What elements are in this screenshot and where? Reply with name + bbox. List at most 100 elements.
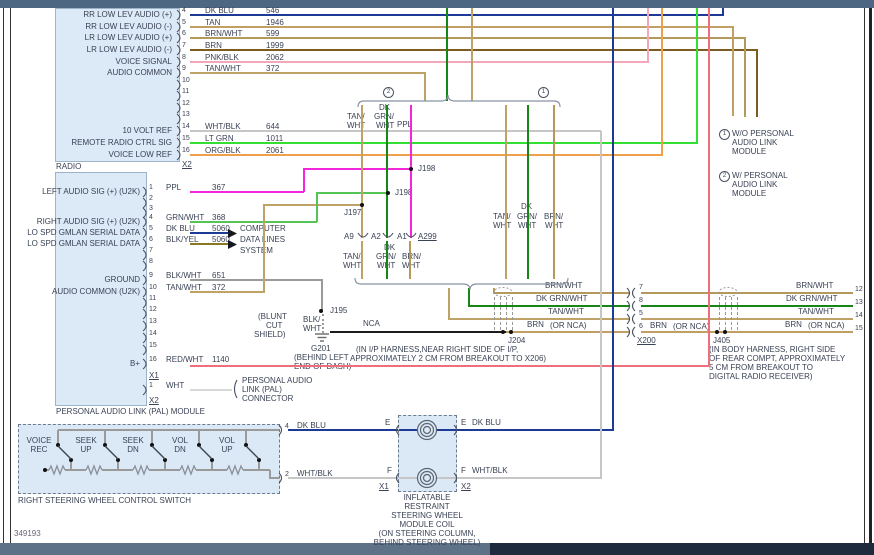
- radio-signal: 10 VOLT REF: [30, 126, 172, 135]
- junction-dot-j198: [409, 167, 413, 171]
- wire-color: DK BLU: [472, 418, 501, 427]
- wire: [190, 279, 323, 281]
- shield-wire: [500, 297, 501, 330]
- junction-dot-j405: [715, 330, 719, 334]
- wire-color: WHT: [166, 381, 184, 390]
- ground-wire-color: BLK/: [303, 315, 320, 324]
- wire: [361, 241, 363, 279]
- switch-contact: [210, 458, 214, 462]
- coil-caption: BEHIND STEERING WHEEL): [352, 538, 502, 547]
- wire: [448, 288, 450, 320]
- wire: [190, 389, 232, 391]
- pal-connector-callout: PERSONAL AUDIO: [242, 376, 312, 385]
- option-note: W/O PERSONAL: [732, 129, 794, 138]
- wire: [409, 241, 411, 279]
- radio-signal: LR LOW LEV AUDIO (-): [30, 45, 172, 54]
- title-bar: [0, 0, 874, 8]
- pal-signal: RIGHT AUDIO SIG (+) (U2K): [20, 217, 140, 226]
- edge-pin: 14: [855, 311, 863, 320]
- harness-note: (IN I/P HARNESS,NEAR RIGHT SIDE OF I/P,: [356, 345, 518, 354]
- wire: [641, 318, 853, 320]
- wire: [65, 469, 86, 471]
- radio-pin: 16: [182, 146, 190, 155]
- radio-signal: RR LOW LEV AUDIO (+): [30, 10, 172, 19]
- switch-contact: [197, 443, 201, 447]
- pal-pin: 3: [149, 204, 153, 213]
- connector-pin: A1: [397, 232, 407, 241]
- junction-j197: J197: [344, 208, 361, 217]
- harness-note: DIGITAL RADIO RECEIVER): [709, 372, 813, 381]
- radio-block-label: RADIO: [56, 162, 81, 171]
- radio-signal: LR LOW LEV AUDIO (+): [30, 33, 172, 42]
- wire: [321, 279, 323, 312]
- switch-label: SEEK: [69, 436, 103, 445]
- connector-pin: A2: [371, 232, 381, 241]
- wire-alt: (OR NCA): [550, 321, 586, 330]
- wire: [190, 232, 228, 234]
- switch-contact: [257, 458, 261, 462]
- shield-wire: [512, 297, 513, 330]
- ground-location: (BEHIND LEFT: [294, 353, 349, 362]
- wire: [263, 204, 265, 292]
- sir-coil-block: [398, 415, 457, 492]
- wire-color: GRN/: [374, 112, 394, 121]
- x200-pin: 6: [639, 322, 643, 331]
- wire: [190, 154, 662, 156]
- junction-j198: J198: [418, 164, 435, 173]
- wire-color: DK: [379, 103, 390, 112]
- wire: [641, 331, 853, 333]
- radio-signal: VOICE LOW REF: [30, 150, 172, 159]
- wire: [468, 288, 470, 307]
- coil-caption: (ON STEERING COLUMN,: [352, 529, 502, 538]
- pal-signal: LO SPD GMLAN SERIAL DATA: [20, 228, 140, 237]
- figure-number: 349193: [14, 529, 41, 538]
- wire-color: DK GRN/WHT: [786, 294, 838, 303]
- pal-signal: GROUND: [20, 275, 140, 284]
- wire: [600, 131, 602, 479]
- junction-dot-j204: [501, 330, 505, 334]
- wire-color: TAN/: [343, 252, 361, 261]
- junction-j405: J405: [713, 336, 730, 345]
- x200-pin: 7: [639, 283, 643, 292]
- wire: [436, 429, 457, 431]
- ground-icon: [315, 334, 329, 341]
- pal-pin: 14: [149, 329, 157, 338]
- coil-caption: STEERING WHEEL: [352, 511, 502, 520]
- pal-pin: 12: [149, 305, 157, 314]
- page-border-right: [869, 8, 872, 543]
- blunt-cut-shield: SHIELD): [254, 330, 286, 339]
- radio-pin: 14: [182, 122, 190, 131]
- wire: [330, 331, 506, 333]
- edge-pin: 13: [855, 298, 863, 307]
- harness-note: 5 CM FROM BREAKOUT TO: [709, 363, 813, 372]
- pal-pin: 1: [149, 183, 153, 192]
- wire: [386, 241, 388, 279]
- radio-pin: 6: [182, 29, 186, 38]
- wire: [288, 429, 398, 431]
- wire: [436, 477, 457, 479]
- junction-dot-j197: [360, 203, 364, 207]
- radio-pin: 9: [182, 64, 186, 73]
- switch-contact: [163, 458, 167, 462]
- wire: [190, 26, 733, 28]
- wire-alt: (OR NCA): [808, 321, 844, 330]
- pal-pin: 5: [149, 224, 153, 233]
- wire: [696, 8, 698, 144]
- pal-pin: 10: [149, 283, 157, 292]
- note-1-marker: 1: [719, 129, 730, 140]
- wire-color: RED/WHT: [166, 355, 203, 364]
- switch-label: SEEK: [116, 436, 150, 445]
- taskbar-right[interactable]: [490, 543, 874, 555]
- wire-color: TAN/: [493, 212, 511, 221]
- wire-color: BRN/WHT: [796, 281, 833, 290]
- pal-connector-callout: LINK (PAL): [242, 385, 282, 394]
- switch-label: UP: [210, 445, 244, 454]
- wire: [494, 292, 630, 294]
- wire: [756, 49, 758, 117]
- switch-contact: [103, 443, 107, 447]
- pal-connector-callout: CONNECTOR: [242, 394, 293, 403]
- pal-pin: 6: [149, 235, 153, 244]
- pal-pin: 13: [149, 317, 157, 326]
- coil-connector-x1: X1: [379, 482, 389, 491]
- wire-color: WHT/BLK: [472, 466, 508, 475]
